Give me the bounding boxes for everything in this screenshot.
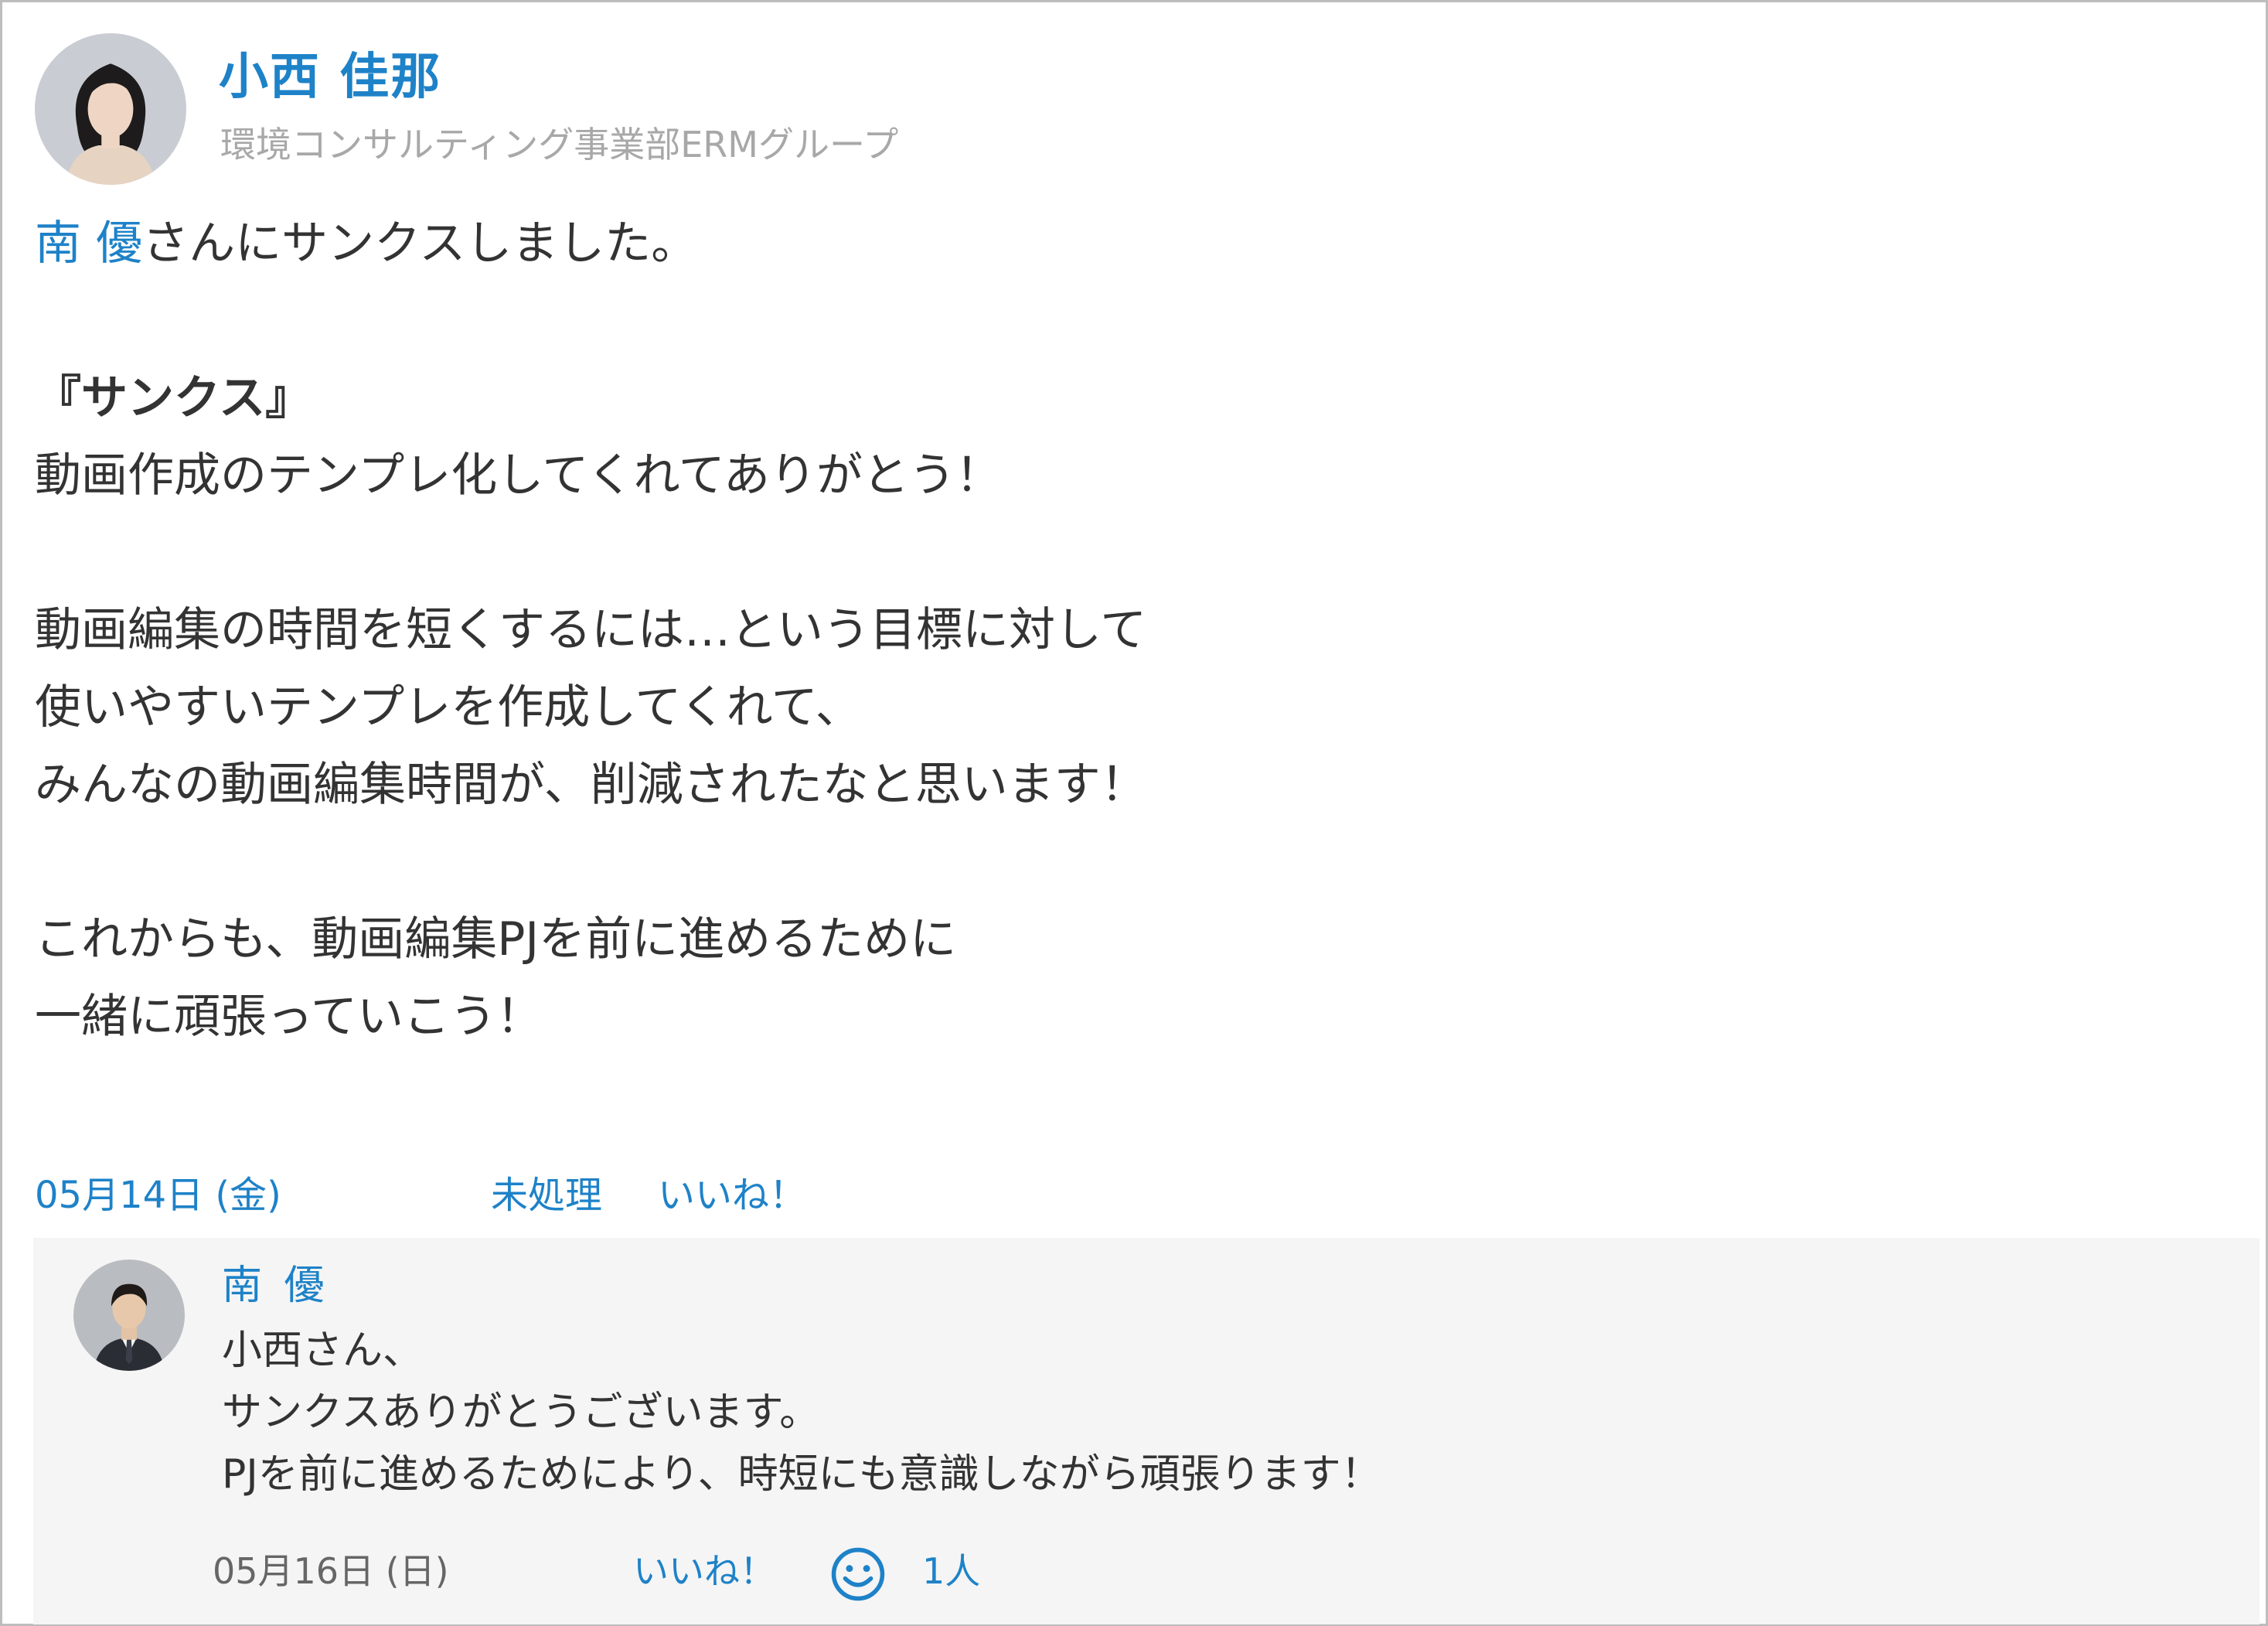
comment: 南 優 小西さん、 サンクスありがとうございます。 PJを前に進めるためにより、… [33,1238,2259,1624]
mention-suffix: さんにサンクスしました。 [142,216,698,271]
comment-date: 05月16日 (日) [213,1550,449,1592]
post-card: 小西 佳那 環境コンサルティング事業部ERMグループ 南 優さんにサンクスしまし… [0,0,2268,1626]
post-line: 使いやすいテンプレを作成してくれて、 [35,680,862,735]
post-intro-line: 南 優さんにサンクスしました。 [35,205,2230,282]
author-department: 環境コンサルティング事業部ERMグループ [220,124,899,165]
smile-icon[interactable] [829,1546,887,1603]
post-line: みんなの動画編集時間が、削減されたなと思います！ [35,758,1147,812]
comment-line: PJを前に進めるためにより、時短にも意識しながら頑張ります！ [222,1451,1381,1498]
post-line: 一緒に頑張っていこう！ [35,990,543,1044]
post-line: これからも、動画編集PJを前に進めるために [35,912,957,966]
post-line [35,514,2230,591]
status-link[interactable]: 未処理 [491,1170,602,1221]
thanks-title: 『サンクス』 [35,371,312,425]
like-count[interactable]: 1人 [922,1544,980,1598]
author-photo [35,33,186,185]
commenter-name[interactable]: 南 優 [222,1256,329,1315]
commenter-photo [73,1260,185,1371]
post-line: 動画編集の時間を短くするには…という目標に対して [35,603,1147,657]
post-body: 南 優さんにサンクスしました。 『サンクス』 動画作成のテンプレ化してくれてあり… [35,205,2230,1055]
comment-text: 小西さん、 サンクスありがとうございます。 PJを前に進めるためにより、時短にも… [222,1320,1381,1505]
author-avatar[interactable] [35,33,186,185]
mention-link[interactable]: 南 優 [35,216,142,271]
commenter-avatar[interactable] [73,1260,185,1371]
post-line [35,823,2230,901]
comment-line: 小西さん、 [222,1328,424,1374]
post-line: 動画作成のテンプレ化してくれてありがとう！ [35,448,1002,503]
comment-like-button[interactable]: いいね！ [633,1544,775,1598]
like-button[interactable]: いいね！ [658,1170,806,1221]
comment-line: サンクスありがとうございます。 [222,1389,820,1436]
post-date[interactable]: 05月14日 (金) [35,1170,281,1221]
author-name[interactable]: 小西 佳那 [219,43,441,112]
